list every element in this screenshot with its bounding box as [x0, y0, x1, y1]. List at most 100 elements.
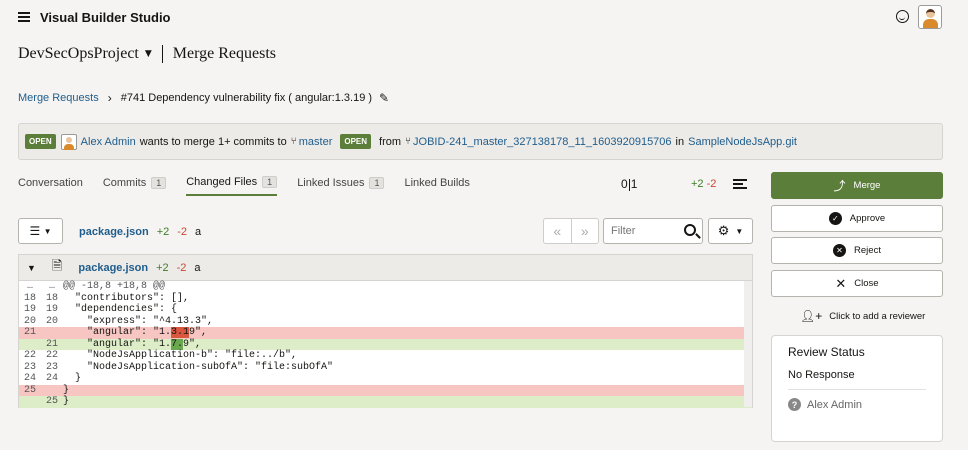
add-reviewer-label: Click to add a reviewer — [829, 310, 926, 322]
diff-line: 22 22 "NodeJsApplication-b": "file:../b", — [19, 350, 752, 362]
additions-count: +2 — [156, 261, 169, 274]
old-line-number: 19 — [23, 304, 36, 315]
new-line-number — [41, 327, 63, 339]
file-name-link[interactable]: package.json — [79, 226, 149, 238]
branch-icon: ⑂ — [290, 136, 297, 147]
target-branch-link[interactable]: master — [299, 136, 333, 148]
scrollbar[interactable] — [744, 281, 752, 407]
merge-request-banner: OPEN Alex Admin wants to merge 1+ commit… — [18, 123, 943, 160]
file-mode: a — [195, 226, 202, 238]
old-line-number: 21 — [23, 327, 36, 338]
tab-commits[interactable]: Commits 1 — [103, 176, 167, 196]
tab-linked-issues[interactable]: Linked Issues 1 — [297, 176, 385, 196]
repo-link[interactable]: SampleNodeJsApp.git — [688, 136, 797, 148]
new-line-number: 20 — [45, 315, 58, 327]
review-status-value: No Response — [788, 369, 926, 390]
diff-line: 21 "angular": "1.3.19", — [19, 327, 752, 339]
count-badge: 1 — [369, 177, 385, 189]
x-circle-icon: ✕ — [833, 244, 847, 257]
code-text: "NodeJsApplication-subOfA": "file:subOfA… — [63, 362, 333, 374]
file-progress: 01 — [621, 177, 637, 191]
source-branch-link[interactable]: JOBID-241_master_327138178_11_1603920915… — [413, 136, 672, 148]
filter-input[interactable] — [611, 225, 681, 237]
project-name[interactable]: DevSecOpsProject — [18, 45, 139, 63]
status-badge: OPEN — [25, 134, 56, 149]
code-text: "dependencies": { — [63, 304, 177, 316]
edit-pencil-icon[interactable]: ✎ — [379, 91, 389, 105]
chevron-down-icon: ▼ — [735, 226, 744, 236]
code-segment: 9", — [183, 338, 202, 350]
code-segment: } — [63, 373, 82, 384]
tab-bar: Conversation Commits 1 Changed Files 1 Lin… — [18, 176, 490, 196]
approve-button[interactable]: ✓ Approve — [771, 205, 943, 232]
reviewer-item[interactable]: ? Alex Admin — [788, 398, 926, 411]
code-segment: "contributors": [], — [63, 292, 190, 304]
hamburger-menu-icon[interactable] — [18, 12, 30, 22]
deletions-count: -2 — [177, 226, 188, 238]
in-label: in — [675, 135, 685, 148]
progress-left: 0 — [621, 177, 628, 191]
tab-changed-files[interactable]: Changed Files 1 — [186, 176, 278, 196]
tab-linked-builds[interactable]: Linked Builds — [404, 176, 469, 196]
merge-button[interactable]: ⤴ Merge — [771, 172, 943, 199]
user-avatar[interactable] — [918, 5, 942, 29]
old-line-number: 18 — [23, 292, 36, 304]
toolbar-file-info: package.json +2 -2 a — [79, 226, 201, 238]
diff-line: 20 20 "express": "^4.13.3", — [19, 316, 752, 328]
code-text: "NodeJsApplication-b": "file:../b", — [63, 350, 297, 362]
filter-field[interactable] — [603, 218, 703, 244]
file-edit-icon[interactable]: 🗎 — [52, 257, 62, 279]
new-line-number: 21 — [45, 338, 58, 350]
file-name-link[interactable]: package.json — [78, 262, 148, 274]
close-button[interactable]: ✕ Close — [771, 270, 943, 297]
diff-panel: ▼ 🗎 package.json +2 -2 a …… @@ -18,8 +18,… — [18, 254, 753, 408]
collapse-chevron-icon[interactable]: ▼ — [27, 263, 36, 273]
menu-lines-icon[interactable] — [733, 179, 747, 191]
reviewer-name: Alex Admin — [807, 398, 863, 411]
tab-label: Linked Issues — [297, 177, 365, 189]
deletions-count: -2 — [176, 261, 187, 274]
hunk-text: @@ -18,8 +18,8 @@ — [63, 281, 166, 292]
code-text: } — [63, 396, 69, 408]
previous-change-icon[interactable]: « — [544, 219, 572, 243]
new-line-number: 25 — [45, 396, 58, 407]
file-tree-toggle-button[interactable]: ☰ ▼ — [18, 218, 63, 244]
next-change-icon[interactable]: » — [572, 219, 599, 243]
tab-conversation[interactable]: Conversation — [18, 176, 83, 196]
merge-request-title: #741 Dependency vulnerability fix ( angu… — [120, 92, 373, 104]
breadcrumb-merge-requests[interactable]: Merge Requests — [18, 92, 99, 104]
new-line-number: 19 — [45, 304, 58, 315]
tab-label: Changed Files — [186, 176, 258, 188]
merge-icon: ⤴ — [833, 179, 846, 193]
hunk-header: …… @@ -18,8 +18,8 @@ — [26, 281, 166, 292]
new-line-number: 24 — [45, 373, 58, 384]
chevron-down-icon[interactable]: ▼ — [145, 49, 152, 59]
reject-button[interactable]: ✕ Reject — [771, 237, 943, 264]
feedback-smiley-icon[interactable] — [896, 10, 909, 23]
new-line-number: 22 — [45, 350, 58, 361]
old-line-number: 20 — [23, 315, 36, 327]
new-line-number: 23 — [45, 361, 58, 373]
target-status-badge: OPEN — [340, 134, 372, 149]
code-text: "express": "^4.13.3", — [63, 316, 213, 328]
project-header: DevSecOpsProject ▼ Merge Requests — [18, 44, 276, 64]
old-line-number — [19, 396, 41, 408]
diff-navigation: « » — [543, 218, 599, 244]
code-segment: "express": "^4.13.3", — [63, 315, 214, 327]
diff-lines: …… @@ -18,8 +18,8 @@ 18 18 "contributors":… — [19, 281, 752, 408]
code-segment: "dependencies": { — [63, 304, 178, 315]
code-text: "angular": "1.3.19", — [63, 327, 207, 339]
settings-menu-button[interactable]: ⚙ ▼ — [708, 218, 753, 244]
old-line-number: 24 — [23, 373, 36, 384]
author-link[interactable]: Alex Admin — [81, 136, 136, 148]
search-icon[interactable] — [684, 224, 696, 236]
add-user-icon: 👤︎+ — [800, 309, 823, 323]
code-segment: "angular": "1. — [63, 327, 172, 338]
diff-line: 25} — [19, 384, 752, 396]
review-status-panel: Review Status No Response ? Alex Admin — [771, 335, 943, 442]
branch-icon: ⑂ — [405, 136, 412, 147]
add-reviewer-button[interactable]: 👤︎+ Click to add a reviewer — [800, 309, 925, 323]
diff-stat: +2 -2 — [691, 178, 716, 190]
merge-label: Merge — [853, 180, 881, 191]
review-status-title: Review Status — [788, 345, 865, 359]
